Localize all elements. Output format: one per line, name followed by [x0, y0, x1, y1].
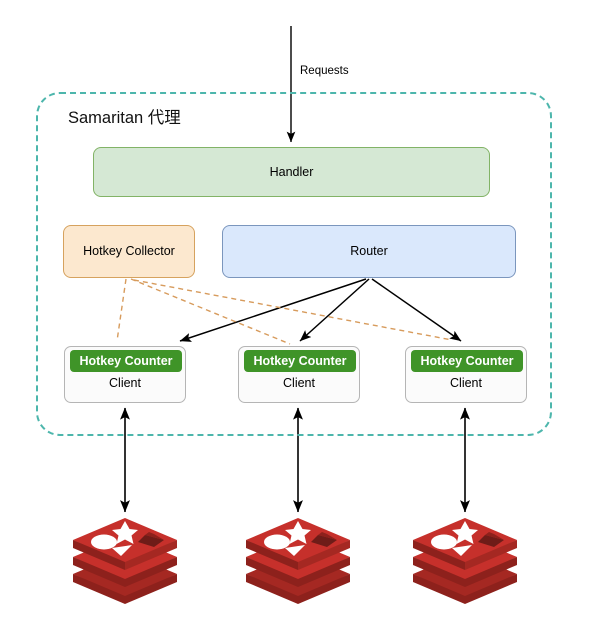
samaritan-proxy-title: Samaritan 代理	[68, 109, 181, 127]
client-label-1: Client	[109, 376, 141, 390]
hotkey-counter-label-1: Hotkey Counter	[79, 354, 173, 368]
handler-label: Handler	[269, 164, 314, 179]
hotkey-counter-badge-1: Hotkey Counter	[70, 350, 182, 372]
redis-logo-1	[73, 518, 177, 604]
client-card-1[interactable]: Hotkey Counter Client	[64, 346, 186, 403]
hotkey-counter-badge-2: Hotkey Counter	[244, 350, 356, 372]
router-node[interactable]: Router	[222, 225, 516, 278]
hotkey-counter-badge-3: Hotkey Counter	[411, 350, 523, 372]
client-card-3[interactable]: Hotkey Counter Client	[405, 346, 527, 403]
router-label: Router	[350, 244, 388, 258]
hotkey-counter-label-2: Hotkey Counter	[253, 354, 347, 368]
client-label-2: Client	[283, 376, 315, 390]
redis-logo-3	[413, 518, 517, 604]
client-card-2[interactable]: Hotkey Counter Client	[238, 346, 360, 403]
hotkey-collector-node[interactable]: Hotkey Collector	[63, 225, 195, 278]
hotkey-counter-label-3: Hotkey Counter	[420, 354, 514, 368]
hotkey-collector-label: Hotkey Collector	[83, 244, 175, 258]
diagram-canvas: Requests Samaritan 代理 Handler Hotkey Col…	[0, 0, 602, 638]
requests-label: Requests	[300, 65, 349, 77]
handler-node[interactable]: Handler	[93, 147, 490, 197]
client-label-3: Client	[450, 376, 482, 390]
redis-logo-2	[246, 518, 350, 604]
